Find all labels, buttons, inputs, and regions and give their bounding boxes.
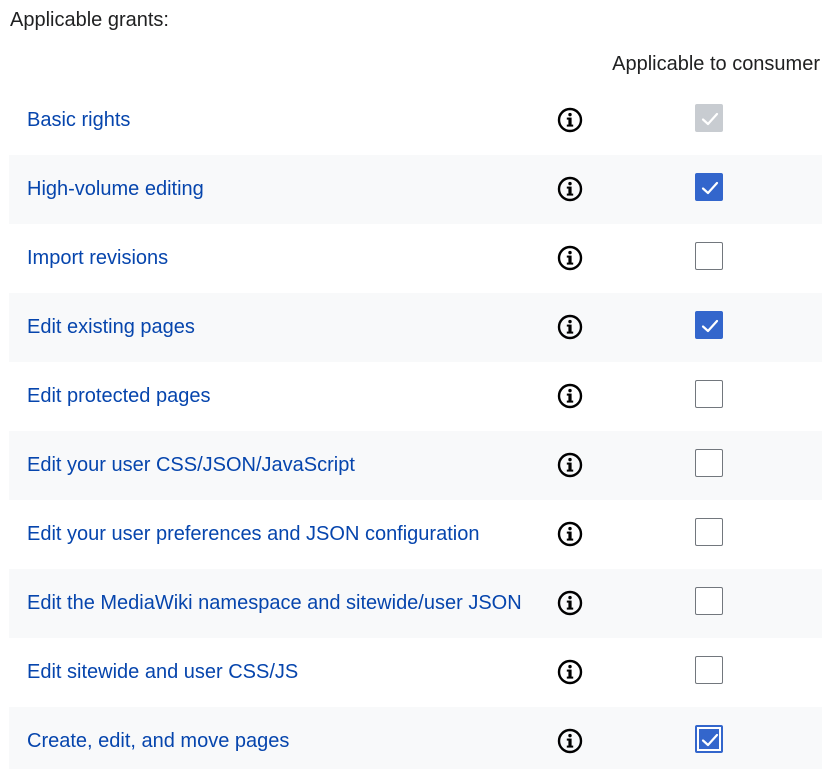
- info-circle-icon[interactable]: [557, 314, 583, 340]
- grant-row: Edit existing pages: [9, 293, 822, 362]
- applicable-checkbox[interactable]: [695, 725, 723, 753]
- checkmark-icon: [701, 112, 719, 126]
- section-label: Applicable grants:: [10, 9, 169, 31]
- checkmark-icon: [701, 319, 719, 333]
- grant-link[interactable]: Edit sitewide and user CSS/JS: [27, 638, 298, 707]
- info-circle-icon[interactable]: [557, 452, 583, 478]
- grant-row: Edit your user CSS/JSON/JavaScript: [9, 431, 822, 500]
- grant-link[interactable]: Edit your user CSS/JSON/JavaScript: [27, 431, 355, 500]
- info-circle-icon[interactable]: [557, 107, 583, 133]
- grant-row: Edit protected pages: [9, 362, 822, 431]
- info-circle-icon[interactable]: [557, 659, 583, 685]
- column-header-applicable: Applicable to consumer: [612, 53, 820, 75]
- grant-link[interactable]: Edit existing pages: [27, 293, 195, 362]
- grants-page: Applicable grants: Applicable to consume…: [0, 0, 828, 769]
- info-circle-icon[interactable]: [557, 590, 583, 616]
- grant-row: Edit sitewide and user CSS/JS: [9, 638, 822, 707]
- info-circle-icon[interactable]: [557, 728, 583, 754]
- checkmark-icon: [701, 733, 719, 747]
- grant-row: Import revisions: [9, 224, 822, 293]
- grant-row: Edit the MediaWiki namespace and sitewid…: [9, 569, 822, 638]
- grant-link[interactable]: Import revisions: [27, 224, 168, 293]
- grant-link[interactable]: Edit your user preferences and JSON conf…: [27, 500, 479, 569]
- grants-table: Basic rights High-volume editing Import re…: [9, 86, 822, 769]
- applicable-checkbox: [695, 104, 723, 132]
- applicable-checkbox[interactable]: [695, 380, 723, 408]
- applicable-checkbox[interactable]: [695, 656, 723, 684]
- applicable-checkbox[interactable]: [695, 173, 723, 201]
- grant-row: High-volume editing: [9, 155, 822, 224]
- applicable-checkbox[interactable]: [695, 449, 723, 477]
- grant-row: Edit your user preferences and JSON conf…: [9, 500, 822, 569]
- info-circle-icon[interactable]: [557, 383, 583, 409]
- grant-link[interactable]: Create, edit, and move pages: [27, 707, 289, 769]
- applicable-checkbox[interactable]: [695, 587, 723, 615]
- info-circle-icon[interactable]: [557, 176, 583, 202]
- info-circle-icon[interactable]: [557, 245, 583, 271]
- applicable-checkbox[interactable]: [695, 242, 723, 270]
- grant-row: Basic rights: [9, 86, 822, 155]
- grant-link[interactable]: Edit the MediaWiki namespace and sitewid…: [27, 569, 522, 638]
- info-circle-icon[interactable]: [557, 521, 583, 547]
- grant-link[interactable]: High-volume editing: [27, 155, 204, 224]
- checkmark-icon: [701, 181, 719, 195]
- applicable-checkbox[interactable]: [695, 518, 723, 546]
- grant-row: Create, edit, and move pages: [9, 707, 822, 769]
- grant-link[interactable]: Edit protected pages: [27, 362, 210, 431]
- applicable-checkbox[interactable]: [695, 311, 723, 339]
- grant-link[interactable]: Basic rights: [27, 86, 130, 155]
